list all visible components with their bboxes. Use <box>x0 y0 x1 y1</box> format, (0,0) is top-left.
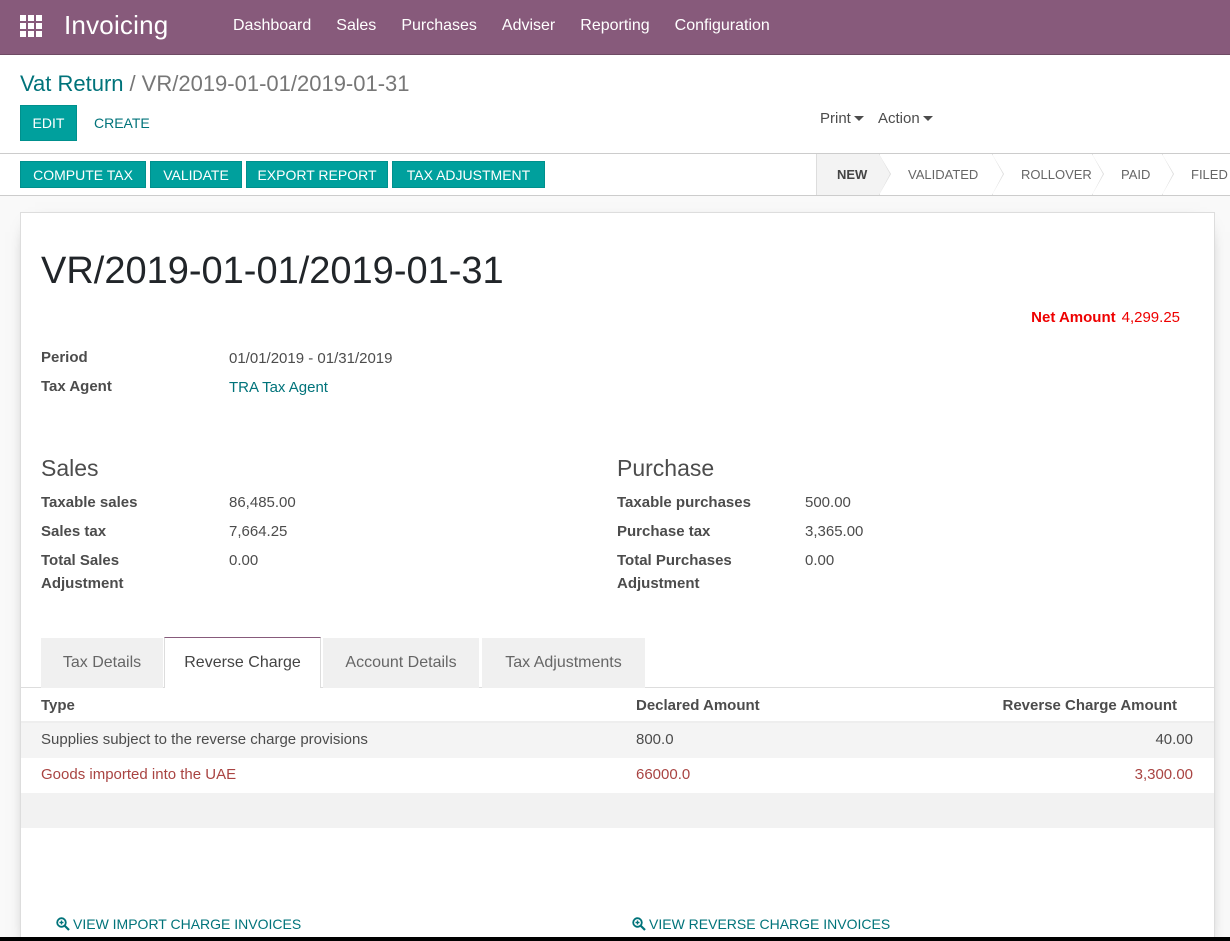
label-line: Total Purchases <box>617 552 732 569</box>
row-declared: 66000.0 <box>636 766 691 783</box>
row-type: Supplies subject to the reverse charge p… <box>41 731 368 748</box>
action-label: Action <box>878 110 920 127</box>
stage-rollover[interactable]: ROLLOVER <box>992 154 1104 195</box>
stage-rollover-label: ROLLOVER <box>1021 167 1092 182</box>
period-value[interactable]: 01/01/2019 - 01/31/2019 <box>229 350 392 367</box>
action-dropdown[interactable]: Action <box>878 110 933 127</box>
net-amount-value: 4,299.25 <box>1121 309 1180 326</box>
purchase-group-title: Purchase <box>617 455 715 481</box>
search-plus-icon <box>632 917 646 931</box>
taxable-purchases-value[interactable]: 500.00 <box>805 494 851 511</box>
column-reverse-charge-amount[interactable]: Reverse Charge Amount <box>1003 697 1178 714</box>
compute-tax-button[interactable]: COMPUTE TAX <box>20 161 146 188</box>
stage-pipeline: NEW VALIDATED ROLLOVER PAID FILED <box>816 154 1230 195</box>
net-amount: Net Amount 4,299.25 <box>1031 309 1180 326</box>
control-panel: Vat Return / VR/2019-01-01/2019-01-31 EDIT… <box>0 55 1230 154</box>
stage-filed-label: FILED <box>1191 167 1228 182</box>
total-purchases-adjustment-label: Total Purchases Adjustment <box>617 549 732 595</box>
menu-configuration[interactable]: Configuration <box>675 17 770 35</box>
row-reverse: 3,300.00 <box>1134 766 1193 783</box>
menu-adviser[interactable]: Adviser <box>502 17 555 35</box>
edit-button[interactable]: EDIT <box>20 105 77 141</box>
net-amount-label: Net Amount <box>1031 309 1116 326</box>
stage-new-label: NEW <box>837 167 868 182</box>
row-declared: 800.0 <box>636 731 674 748</box>
main-menu: Dashboard Sales Purchases Adviser Report… <box>233 17 795 35</box>
row-reverse: 40.00 <box>1155 731 1193 748</box>
view-reverse-label: VIEW REVERSE CHARGE INVOICES <box>649 916 891 932</box>
label-line: Total Sales <box>41 552 120 569</box>
stage-new[interactable]: NEW <box>816 154 891 195</box>
print-label: Print <box>820 110 851 127</box>
tax-agent-label: Tax Agent <box>41 378 112 395</box>
stage-paid-label: PAID <box>1121 167 1151 182</box>
breadcrumb-current: VR/2019-01-01/2019-01-31 <box>141 71 410 96</box>
top-navbar: Invoicing Dashboard Sales Purchases Advi… <box>0 0 1230 55</box>
stage-validated[interactable]: VALIDATED <box>879 154 1004 195</box>
period-label: Period <box>41 349 88 366</box>
column-declared-amount[interactable]: Declared Amount <box>636 697 760 714</box>
table-row[interactable]: Supplies subject to the reverse charge p… <box>21 723 1214 758</box>
sales-tax-label: Sales tax <box>41 523 107 540</box>
record-title: VR/2019-01-01/2019-01-31 <box>41 250 504 292</box>
caret-down-icon <box>922 116 933 121</box>
breadcrumb-separator: / <box>129 71 136 96</box>
stage-arrow <box>1162 154 1173 195</box>
table-row[interactable]: Goods imported into the UAE 66000.0 3,30… <box>21 758 1214 793</box>
label-line: Adjustment <box>41 575 124 592</box>
status-bar: COMPUTE TAX VALIDATE EXPORT REPORT TAX A… <box>0 154 1230 196</box>
total-sales-adjustment-value[interactable]: 0.00 <box>229 552 258 569</box>
purchase-tax-label: Purchase tax <box>617 523 711 540</box>
notebook-tabs: Tax Details Reverse Charge Account Detai… <box>21 637 1214 688</box>
row-type: Goods imported into the UAE <box>41 766 237 783</box>
tab-account-details[interactable]: Account Details <box>323 638 479 688</box>
taxable-sales-label: Taxable sales <box>41 494 138 511</box>
app-title[interactable]: Invoicing <box>64 10 168 41</box>
tab-tax-details[interactable]: Tax Details <box>41 638 163 688</box>
menu-reporting[interactable]: Reporting <box>580 17 649 35</box>
view-import-charge-invoices-button[interactable]: VIEW IMPORT CHARGE INVOICES <box>56 916 301 932</box>
tab-tax-adjustments[interactable]: Tax Adjustments <box>482 638 645 688</box>
export-report-button[interactable]: EXPORT REPORT <box>246 161 388 188</box>
taxable-sales-value[interactable]: 86,485.00 <box>229 494 296 511</box>
total-sales-adjustment-label: Total Sales Adjustment <box>41 549 124 595</box>
caret-down-icon <box>853 116 864 121</box>
print-dropdown[interactable]: Print <box>820 110 864 127</box>
search-plus-icon <box>56 917 70 931</box>
window-bottom-edge <box>0 937 1230 941</box>
menu-purchases[interactable]: Purchases <box>401 17 477 35</box>
stage-arrow <box>1092 154 1103 195</box>
menu-sales[interactable]: Sales <box>336 17 376 35</box>
label-line: Adjustment <box>617 575 700 592</box>
sales-tax-value[interactable]: 7,664.25 <box>229 523 287 540</box>
stage-arrow <box>992 154 1003 195</box>
tax-agent-link[interactable]: TRA Tax Agent <box>229 379 328 396</box>
taxable-purchases-label: Taxable purchases <box>617 494 751 511</box>
column-type[interactable]: Type <box>41 697 75 714</box>
view-reverse-charge-invoices-button[interactable]: VIEW REVERSE CHARGE INVOICES <box>632 916 890 932</box>
tax-adjustment-button[interactable]: TAX ADJUSTMENT <box>392 161 545 188</box>
breadcrumb-parent[interactable]: Vat Return <box>20 71 124 96</box>
total-purchases-adjustment-value[interactable]: 0.00 <box>805 552 834 569</box>
tab-reverse-charge[interactable]: Reverse Charge <box>164 637 321 688</box>
table-empty-row <box>21 793 1214 828</box>
view-import-label: VIEW IMPORT CHARGE INVOICES <box>73 916 302 932</box>
purchase-tax-value[interactable]: 3,365.00 <box>805 523 863 540</box>
stage-validated-label: VALIDATED <box>908 167 979 182</box>
menu-dashboard[interactable]: Dashboard <box>233 17 311 35</box>
table-header: Type Declared Amount Reverse Charge Amou… <box>21 688 1214 723</box>
breadcrumb: Vat Return / VR/2019-01-01/2019-01-31 <box>20 71 410 97</box>
sales-group-title: Sales <box>41 455 99 481</box>
create-button[interactable]: CREATE <box>94 115 150 131</box>
stage-arrow <box>879 154 890 195</box>
apps-grid-icon[interactable] <box>20 15 42 37</box>
validate-button[interactable]: VALIDATE <box>150 161 242 188</box>
